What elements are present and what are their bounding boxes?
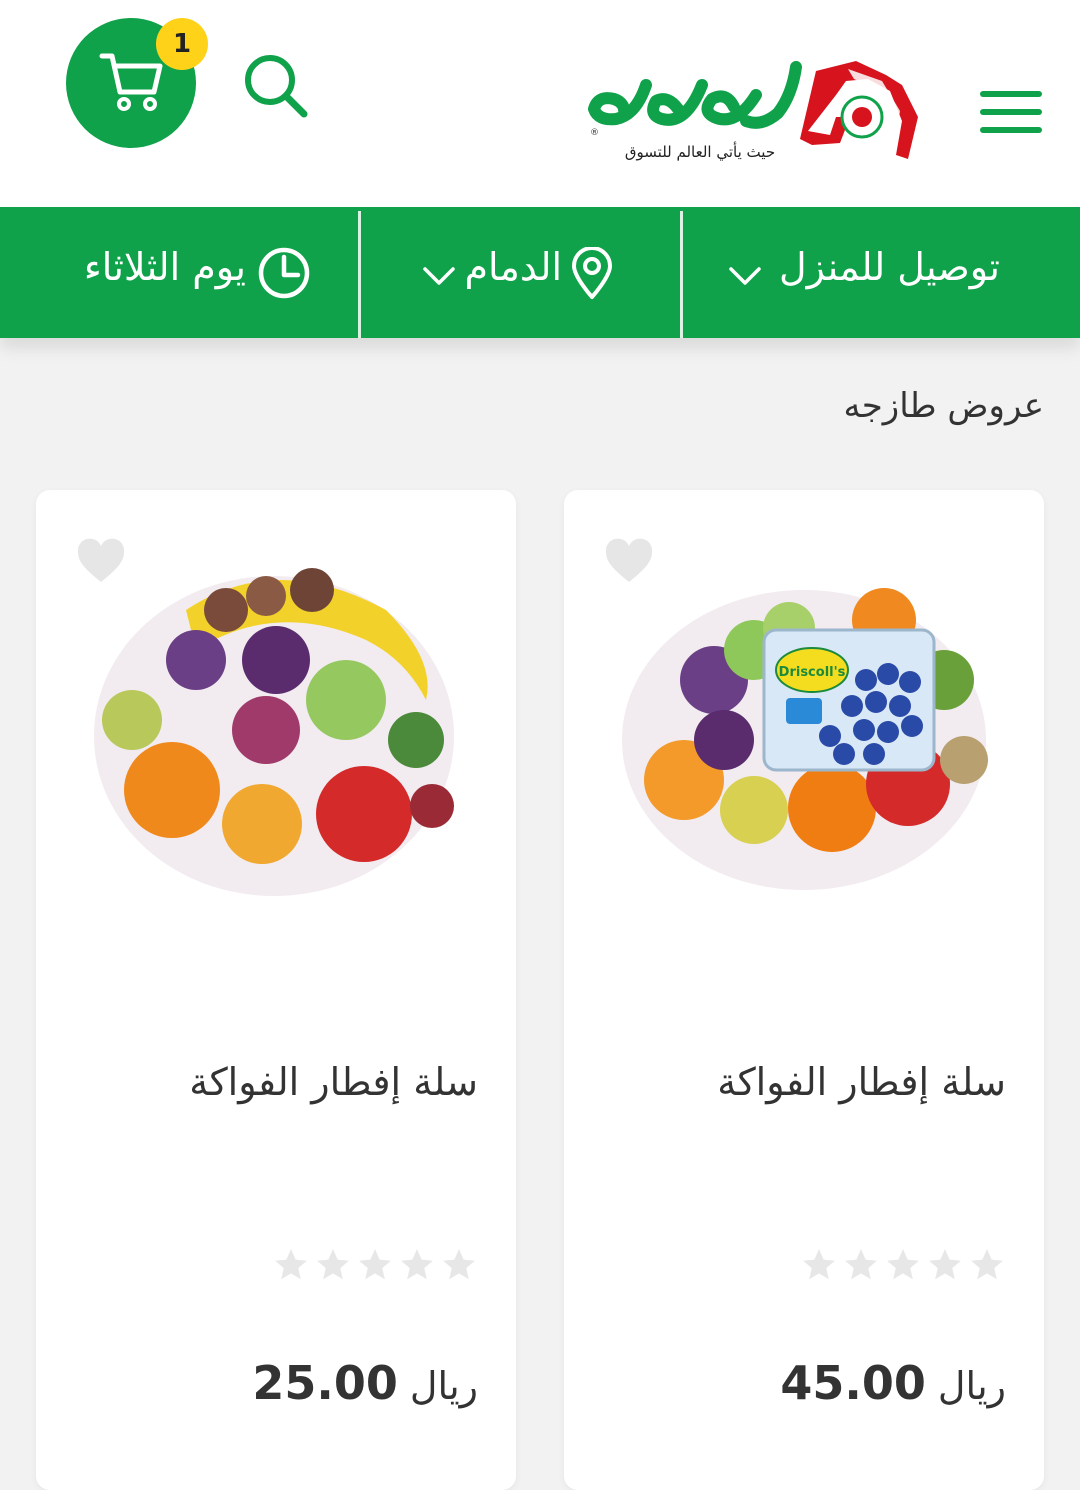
product-name[interactable]: سلة إفطار الفواكة: [189, 1060, 478, 1104]
product-card[interactable]: Driscoll's سلة إفطار الفواكة ريال45.00: [564, 490, 1044, 1490]
price-amount: 25.00: [252, 1356, 398, 1410]
delivery-day-label: يوم الثلاثاء: [83, 245, 246, 289]
delivery-type-label: توصيل للمنزل: [779, 245, 1000, 289]
menu-bar: [980, 127, 1042, 133]
nav-divider: [358, 211, 361, 338]
delivery-day-selector[interactable]: يوم الثلاثاء: [0, 207, 358, 338]
star-icon: [359, 1249, 391, 1280]
star-icon: [887, 1249, 919, 1280]
lulu-logo[interactable]: ® حيث يأتي العالم للتسوق: [586, 55, 930, 167]
clock-icon: [258, 247, 310, 299]
product-card[interactable]: سلة إفطار الفواكة ريال25.00: [36, 490, 516, 1490]
star-icon: [275, 1249, 307, 1280]
rating-stars: [272, 1246, 478, 1284]
menu-bar: [980, 109, 1042, 115]
rating-stars: [800, 1246, 1006, 1284]
delivery-type-selector[interactable]: توصيل للمنزل: [684, 207, 1080, 338]
price-currency: ريال: [937, 1364, 1006, 1408]
section-title: عروض طازجه: [843, 386, 1044, 426]
star-icon: [443, 1249, 475, 1280]
city-selector[interactable]: الدمام: [362, 207, 680, 338]
search-button[interactable]: [240, 50, 312, 122]
logo-tagline: حيث يأتي العالم للتسوق: [624, 143, 776, 161]
app-header: ® حيث يأتي العالم للتسوق 1: [0, 0, 1080, 207]
product-brand-label: Driscoll's: [779, 665, 846, 680]
product-image[interactable]: [76, 550, 476, 910]
star-icon: [803, 1249, 835, 1280]
city-label: الدمام: [464, 245, 562, 289]
price-amount: 45.00: [780, 1356, 926, 1410]
star-icon: [929, 1249, 961, 1280]
star-icon: [845, 1249, 877, 1280]
star-icon: [317, 1249, 349, 1280]
product-image[interactable]: Driscoll's: [604, 550, 1004, 910]
star-icon: [401, 1249, 433, 1280]
hamburger-menu-button[interactable]: [978, 88, 1044, 140]
fruit-basket-illustration: [94, 568, 454, 896]
nav-divider: [680, 211, 683, 338]
search-icon: [245, 55, 308, 118]
fruit-basket-illustration: Driscoll's: [622, 588, 988, 890]
chevron-down-icon: [729, 267, 761, 285]
menu-bar: [980, 91, 1042, 97]
product-price: ريال25.00: [252, 1356, 478, 1410]
shopping-cart-icon: [99, 53, 163, 111]
price-currency: ريال: [409, 1364, 478, 1408]
product-name[interactable]: سلة إفطار الفواكة: [717, 1060, 1006, 1104]
svg-text:®: ®: [590, 128, 599, 138]
star-icon: [971, 1249, 1003, 1280]
cart-count-badge: 1: [156, 18, 208, 70]
delivery-options-bar: توصيل للمنزل الدمام يوم الثلاثاء: [0, 207, 1080, 338]
chevron-down-icon: [423, 267, 455, 285]
location-pin-icon: [572, 247, 612, 299]
product-price: ريال45.00: [780, 1356, 1006, 1410]
